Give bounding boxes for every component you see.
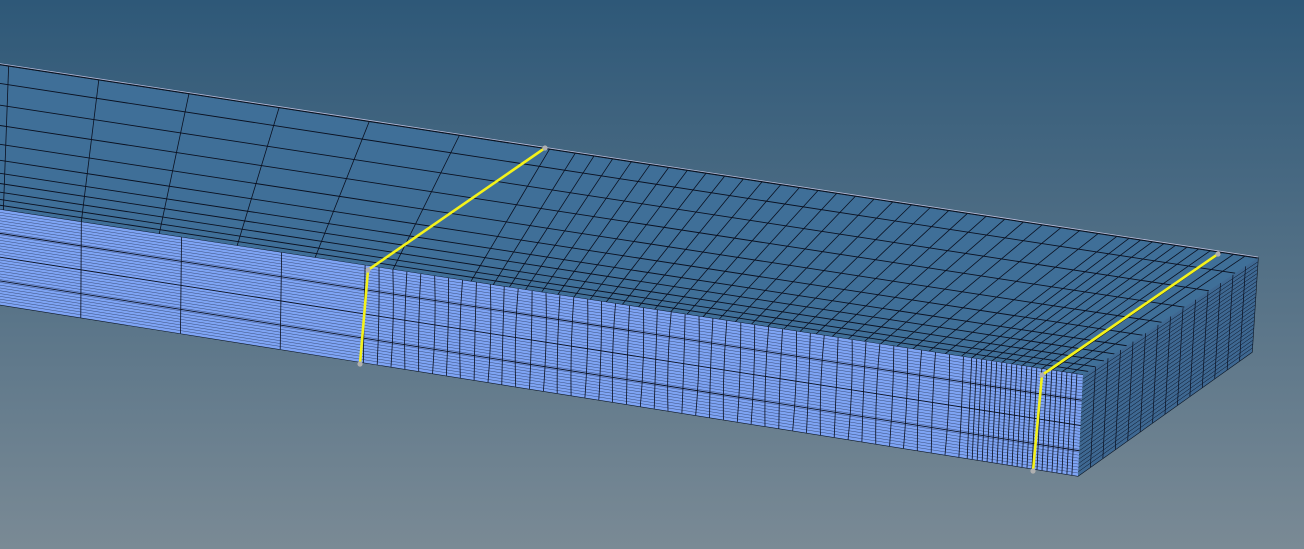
edge-node-marker [1215,251,1221,257]
front-mesh-line [80,221,82,318]
edge-node-marker [1030,468,1036,474]
edge-node-marker [357,361,363,367]
3d-viewport[interactable] [0,0,1304,549]
edge-node-marker [542,145,548,151]
mesh-scene[interactable] [0,0,1304,549]
edge-node-marker [365,267,371,273]
edge-node-marker [1039,372,1045,378]
